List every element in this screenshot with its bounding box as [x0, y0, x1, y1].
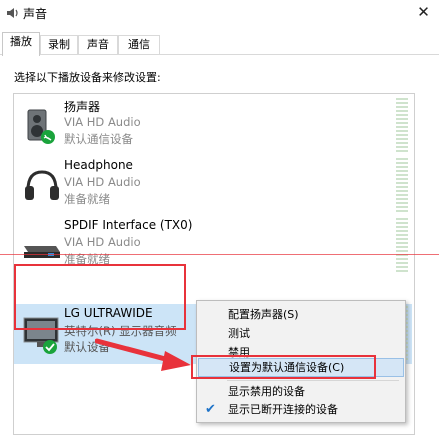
- device-driver: VIA HD Audio: [64, 115, 141, 129]
- menu-item-show-disconnected[interactable]: ✔ 显示已断开连接的设备: [198, 400, 404, 419]
- volume-meter: [396, 158, 408, 214]
- device-name: Headphone: [64, 158, 133, 172]
- device-item-speaker[interactable]: 扬声器 VIA HD Audio 默认通信设备: [14, 96, 412, 156]
- close-icon: ✕: [417, 3, 430, 21]
- spdif-device-icon: [24, 246, 60, 258]
- menu-separator: [227, 380, 399, 381]
- window-title: 声音: [23, 7, 48, 21]
- device-status: 准备就绪: [64, 192, 110, 206]
- tab-recording[interactable]: 录制: [40, 35, 78, 55]
- annotation-box-menu-item: [191, 355, 376, 379]
- tab-strip: 播放 录制 声音 通信: [0, 31, 439, 56]
- panel-prompt: 选择以下播放设备来修改设置:: [14, 71, 161, 84]
- device-driver: VIA HD Audio: [64, 235, 141, 249]
- menu-item-show-disabled[interactable]: 显示禁用的设备: [198, 382, 404, 401]
- speaker-app-icon: [7, 8, 18, 18]
- tab-playback[interactable]: 播放: [2, 32, 40, 56]
- close-button[interactable]: ✕: [408, 0, 439, 24]
- device-driver: VIA HD Audio: [64, 175, 141, 189]
- volume-meter: [396, 218, 408, 274]
- volume-meter: [396, 98, 408, 154]
- check-icon: ✔: [205, 402, 216, 417]
- title-bar: 声音 ✕: [0, 0, 439, 30]
- annotation-box-device: [14, 264, 186, 330]
- speaker-icon: [27, 109, 55, 144]
- menu-item-configure-speakers[interactable]: 配置扬声器(S): [198, 305, 404, 324]
- device-status: 默认通信设备: [64, 132, 133, 146]
- annotation-line: [0, 254, 439, 255]
- device-name: 扬声器: [64, 100, 101, 114]
- device-item-headphone[interactable]: Headphone VIA HD Audio 准备就绪: [14, 156, 412, 216]
- annotation-arrow-icon: [95, 338, 191, 371]
- menu-item-test[interactable]: 测试: [198, 324, 404, 343]
- tab-sounds[interactable]: 声音: [78, 35, 118, 55]
- tab-communications[interactable]: 通信: [118, 35, 160, 55]
- headphone-icon: [25, 170, 59, 200]
- device-name: SPDIF Interface (TX0): [64, 218, 193, 232]
